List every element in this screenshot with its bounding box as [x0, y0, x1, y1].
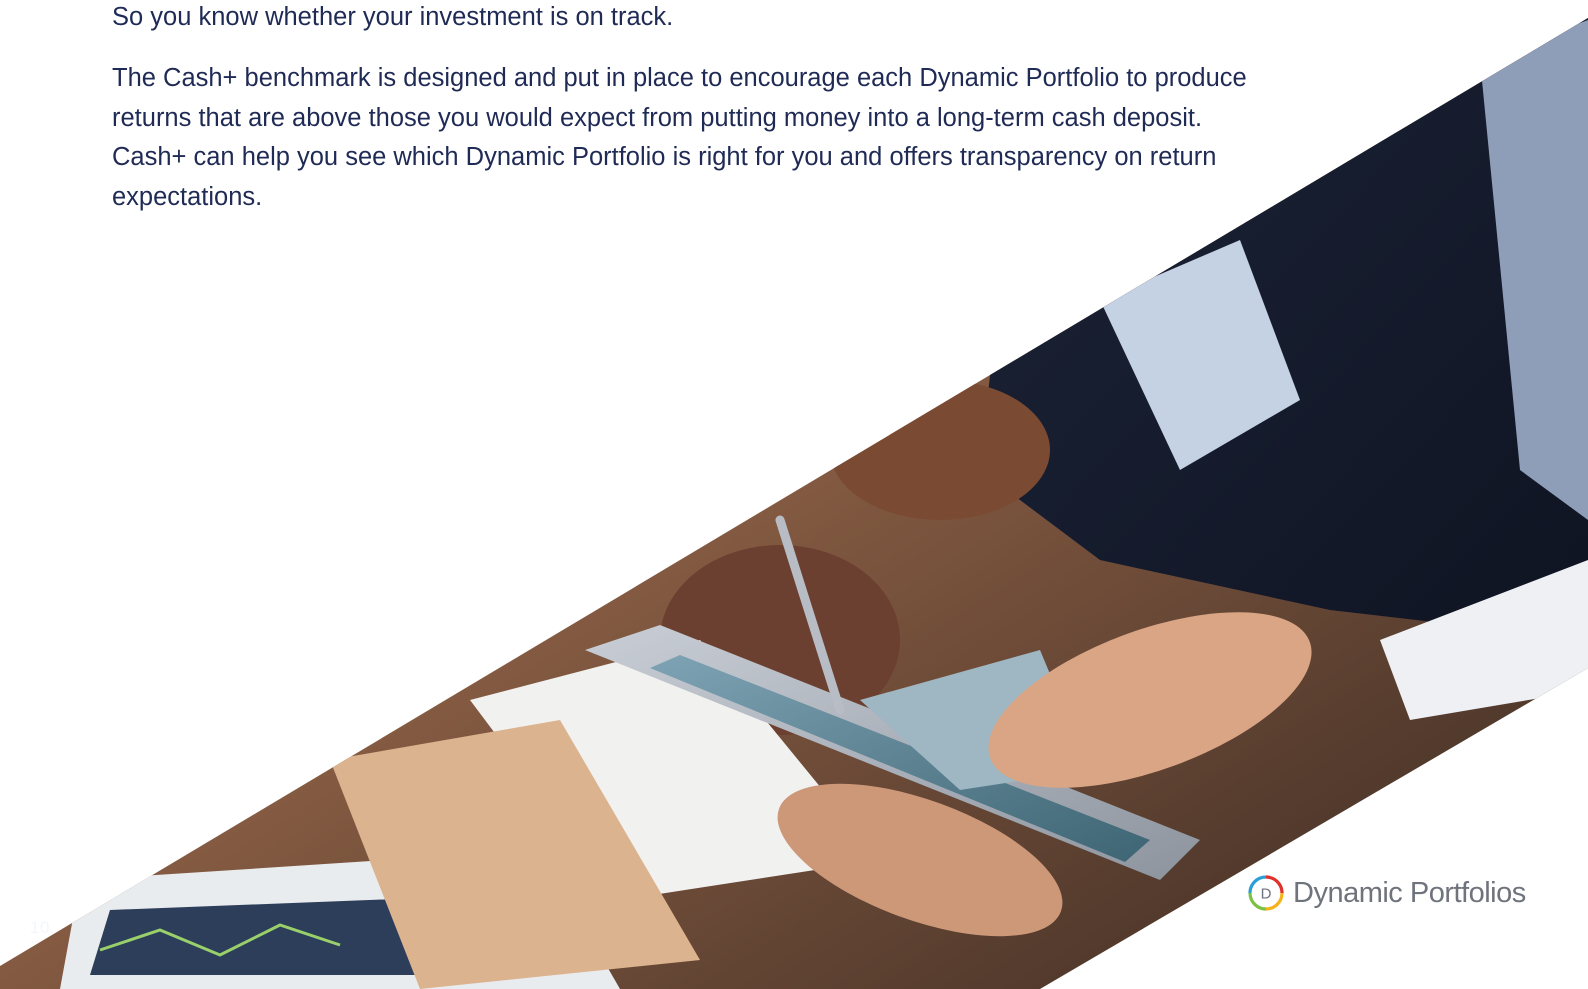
brand-lockup: D Dynamic Portfolios [1248, 874, 1526, 912]
brand-name: Dynamic Portfolios [1293, 876, 1526, 909]
brochure-page: So you know whether your investment is o… [0, 0, 1588, 989]
page-number: 10. [30, 918, 56, 937]
dynamic-portfolios-logo-icon: D [1248, 875, 1284, 911]
business-meeting-photo [0, 18, 1588, 989]
svg-text:D: D [1261, 886, 1272, 903]
